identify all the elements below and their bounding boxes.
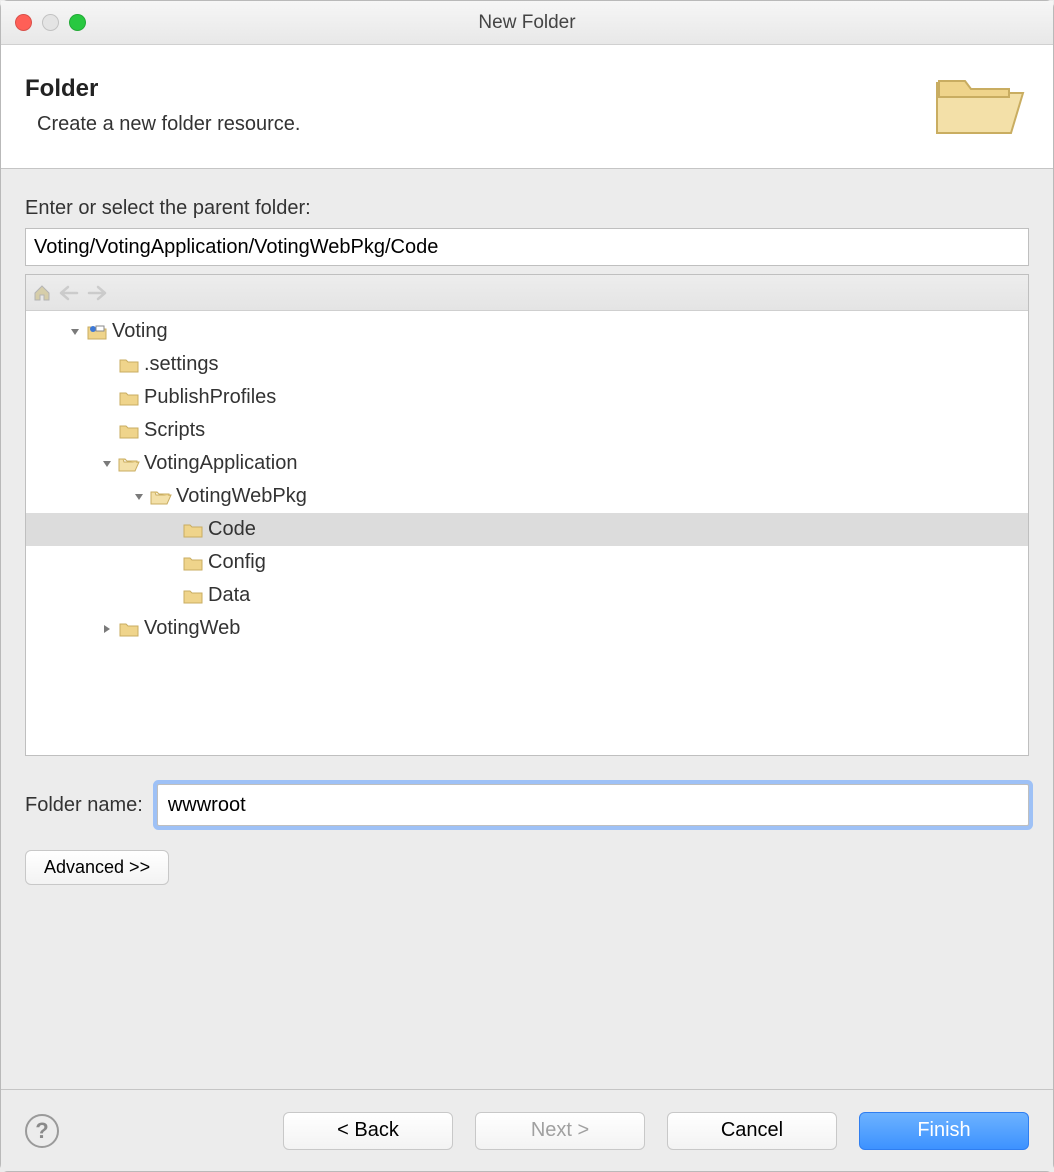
folder-tree-panel: Voting .settings PublishProfiles Scripts Vot… [25, 274, 1029, 756]
tree-node-publishprofiles[interactable]: PublishProfiles [26, 381, 1028, 414]
tree-node-label: VotingWebPkg [176, 485, 307, 508]
chevron-down-icon[interactable] [66, 323, 84, 341]
chevron-down-icon[interactable] [130, 488, 148, 506]
help-icon[interactable]: ? [25, 1114, 59, 1148]
cancel-button[interactable]: Cancel [667, 1112, 837, 1150]
tree-node-label: Data [208, 584, 250, 607]
folder-tree[interactable]: Voting .settings PublishProfiles Scripts Vot… [26, 311, 1028, 755]
folder-icon [182, 586, 204, 606]
chevron-none [98, 356, 116, 374]
folder-name-label: Folder name: [25, 794, 143, 817]
folder-name-input[interactable] [157, 784, 1029, 826]
close-window-button[interactable] [15, 14, 32, 31]
parent-folder-input[interactable] [25, 228, 1029, 266]
tree-node-votingapplication[interactable]: VotingApplication [26, 447, 1028, 480]
folder-open-icon [150, 487, 172, 507]
back-button[interactable]: < Back [283, 1112, 453, 1150]
folder-icon [118, 355, 140, 375]
tree-node-code[interactable]: Code [26, 513, 1028, 546]
chevron-right-icon[interactable] [98, 620, 116, 638]
home-icon[interactable] [32, 283, 52, 303]
banner-heading: Folder [25, 75, 300, 103]
folder-icon [182, 520, 204, 540]
wizard-footer: ? < Back Next > Cancel Finish [1, 1089, 1053, 1171]
title-bar: New Folder [1, 1, 1053, 45]
chevron-none [98, 422, 116, 440]
folder-icon [118, 388, 140, 408]
folder-icon [182, 553, 204, 573]
tree-node-label: PublishProfiles [144, 386, 276, 409]
chevron-none [98, 389, 116, 407]
zoom-window-button[interactable] [69, 14, 86, 31]
tree-node-label: Scripts [144, 419, 205, 442]
tree-node-votingwebpkg[interactable]: VotingWebPkg [26, 480, 1028, 513]
finish-button[interactable]: Finish [859, 1112, 1029, 1150]
folder-icon [118, 421, 140, 441]
tree-node-label: Config [208, 551, 266, 574]
window-title: New Folder [1, 12, 1053, 34]
window-controls [15, 14, 86, 31]
tree-node--settings[interactable]: .settings [26, 348, 1028, 381]
tree-node-label: VotingWeb [144, 617, 240, 640]
nav-forward-icon[interactable] [86, 284, 108, 302]
folder-icon [118, 619, 140, 639]
advanced-button[interactable]: Advanced >> [25, 850, 169, 885]
tree-node-scripts[interactable]: Scripts [26, 414, 1028, 447]
folder-open-icon [929, 63, 1029, 148]
tree-node-label: Code [208, 518, 256, 541]
tree-node-label: Voting [112, 320, 168, 343]
chevron-none [162, 521, 180, 539]
chevron-none [162, 587, 180, 605]
tree-node-votingweb[interactable]: VotingWeb [26, 612, 1028, 645]
folder-open-icon [118, 454, 140, 474]
tree-node-label: VotingApplication [144, 452, 297, 475]
chevron-down-icon[interactable] [98, 455, 116, 473]
project-icon [86, 322, 108, 342]
tree-node-voting[interactable]: Voting [26, 315, 1028, 348]
banner-subtext: Create a new folder resource. [37, 113, 300, 136]
parent-folder-label: Enter or select the parent folder: [25, 197, 1029, 220]
tree-node-config[interactable]: Config [26, 546, 1028, 579]
wizard-banner: Folder Create a new folder resource. [1, 45, 1053, 169]
next-button: Next > [475, 1112, 645, 1150]
chevron-none [162, 554, 180, 572]
minimize-window-button [42, 14, 59, 31]
nav-back-icon[interactable] [58, 284, 80, 302]
tree-node-data[interactable]: Data [26, 579, 1028, 612]
tree-node-label: .settings [144, 353, 218, 376]
